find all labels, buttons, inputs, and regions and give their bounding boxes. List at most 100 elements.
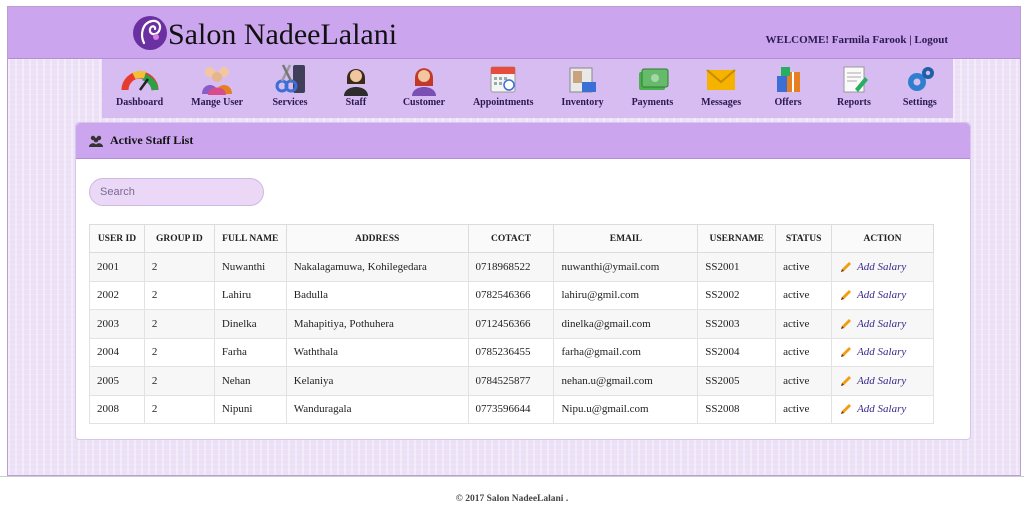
add-salary-link[interactable]: Add Salary [839,345,933,359]
cell-full-name: Farha [213,337,287,367]
users-group-icon [202,67,233,95]
gears-icon [907,67,934,91]
main-nav: Dashboard Mange User Services Staff Cust… [102,59,953,118]
pencil-icon [841,375,852,386]
cell-contact: 0782546366 [467,280,555,310]
table-row: 2001 2 Nuwanthi Nakalagamuwa, Kohilegeda… [89,252,934,282]
nav-label: Payments [631,97,674,108]
nav-offers[interactable]: Offers [769,59,807,108]
col-full-name: FULL NAME [213,224,287,253]
cell-user-id: 2003 [89,309,145,339]
pencil-icon [841,318,852,329]
add-salary-link[interactable]: Add Salary [839,260,933,274]
nav-messages[interactable]: Messages [701,59,741,108]
nav-customer[interactable]: Customer [403,59,445,108]
staff-panel: Active Staff List USER ID GROUP ID FULL … [75,122,971,440]
nav-label: Mange User [191,97,244,108]
table-row: 2003 2 Dinelka Mahapitiya, Pothuhera 071… [89,309,934,339]
pencil-icon [841,261,852,272]
cell-full-name: Nehan [213,366,287,396]
copyright-text: © 2017 Salon NadeeLalani . [455,494,569,504]
nav-reports[interactable]: Reports [835,59,873,108]
nav-label: Customer [402,97,446,108]
staff-table: USER ID GROUP ID FULL NAME ADDRESS COTAC… [89,224,934,424]
add-salary-label: Add Salary [857,403,907,416]
col-address: ADDRESS [285,224,469,253]
nav-settings[interactable]: Settings [901,59,939,108]
cell-action: Add Salary [831,337,934,367]
nav-label: Inventory [561,97,604,108]
pencil-icon [841,347,852,358]
cell-contact: 0785236455 [467,337,555,367]
nav-label: Services [272,97,308,108]
cell-address: Nakalagamuwa, Kohilegedara [285,252,469,282]
nav-dashboard[interactable]: Dashboard [116,59,163,108]
report-icon [843,66,868,93]
nav-inventory[interactable]: Inventory [561,59,604,108]
customer-icon [411,68,436,96]
cell-status: active [775,309,833,339]
cell-contact: 0784525877 [467,366,555,396]
nav-mange-user[interactable]: Mange User [191,59,243,108]
nav-staff[interactable]: Staff [337,59,375,108]
nav-label: Staff [345,97,367,108]
users-icon [89,135,103,147]
cell-email: nehan.u@gmail.com [553,366,699,396]
cell-email: lahiru@gmil.com [553,280,699,310]
cell-address: Wanduragala [285,394,469,424]
cell-email: farha@gmail.com [553,337,699,367]
money-icon [639,68,669,90]
cell-status: active [775,280,833,310]
nav-label: Messages [701,97,742,108]
welcome-user: WELCOME! Farmila Farook | [765,34,912,46]
cell-action: Add Salary [831,309,934,339]
add-salary-link[interactable]: Add Salary [839,288,933,302]
search-input[interactable] [89,178,264,206]
nav-appointments[interactable]: Appointments [473,59,534,108]
panel-title: Active Staff List [110,133,194,147]
scissors-icon [275,64,305,93]
brand-title: Salon NadeeLalani [168,18,398,51]
col-action: ACTION [831,224,934,253]
cell-full-name: Lahiru [213,280,287,310]
add-salary-link[interactable]: Add Salary [839,374,933,388]
cell-action: Add Salary [831,280,934,310]
table-row: 2004 2 Farha Waththala 0785236455 farha@… [89,337,934,367]
table-header-row: USER ID GROUP ID FULL NAME ADDRESS COTAC… [89,224,934,253]
add-salary-link[interactable]: Add Salary [839,402,933,416]
cell-username: SS2001 [697,252,777,282]
cell-status: active [775,394,833,424]
cell-address: Waththala [285,337,469,367]
logout-link[interactable]: Logout [914,34,948,46]
col-contact: COTACT [467,224,555,253]
cell-email: Nipu.u@gmail.com [553,394,699,424]
nav-label: Reports [837,97,871,108]
col-username: USERNAME [697,224,777,253]
cell-status: active [775,337,833,367]
cell-action: Add Salary [831,366,934,396]
nav-services[interactable]: Services [271,59,309,108]
gift-icon [777,67,801,92]
nav-payments[interactable]: Payments [631,59,674,108]
cell-group-id: 2 [143,394,215,424]
gauge-icon [121,70,159,91]
cell-full-name: Nipuni [213,394,287,424]
pencil-icon [841,404,852,415]
page-frame: Salon NadeeLalani WELCOME! Farmila Faroo… [7,6,1021,476]
add-salary-link[interactable]: Add Salary [839,317,933,331]
cell-contact: 0773596644 [467,394,555,424]
envelope-icon [706,69,736,90]
staff-icon [343,69,368,96]
calendar-icon [490,66,516,93]
add-salary-label: Add Salary [857,317,907,330]
nav-label: Offers [774,97,802,108]
cell-username: SS2003 [697,309,777,339]
cell-address: Badulla [285,280,469,310]
cell-username: SS2002 [697,280,777,310]
welcome-text: WELCOME! Farmila Farook | Logout [765,34,948,46]
table-row: 2002 2 Lahiru Badulla 0782546366 lahiru@… [89,280,934,310]
cell-user-id: 2002 [89,280,145,310]
add-salary-label: Add Salary [857,289,907,302]
pencil-icon [841,290,852,301]
cell-user-id: 2005 [89,366,145,396]
